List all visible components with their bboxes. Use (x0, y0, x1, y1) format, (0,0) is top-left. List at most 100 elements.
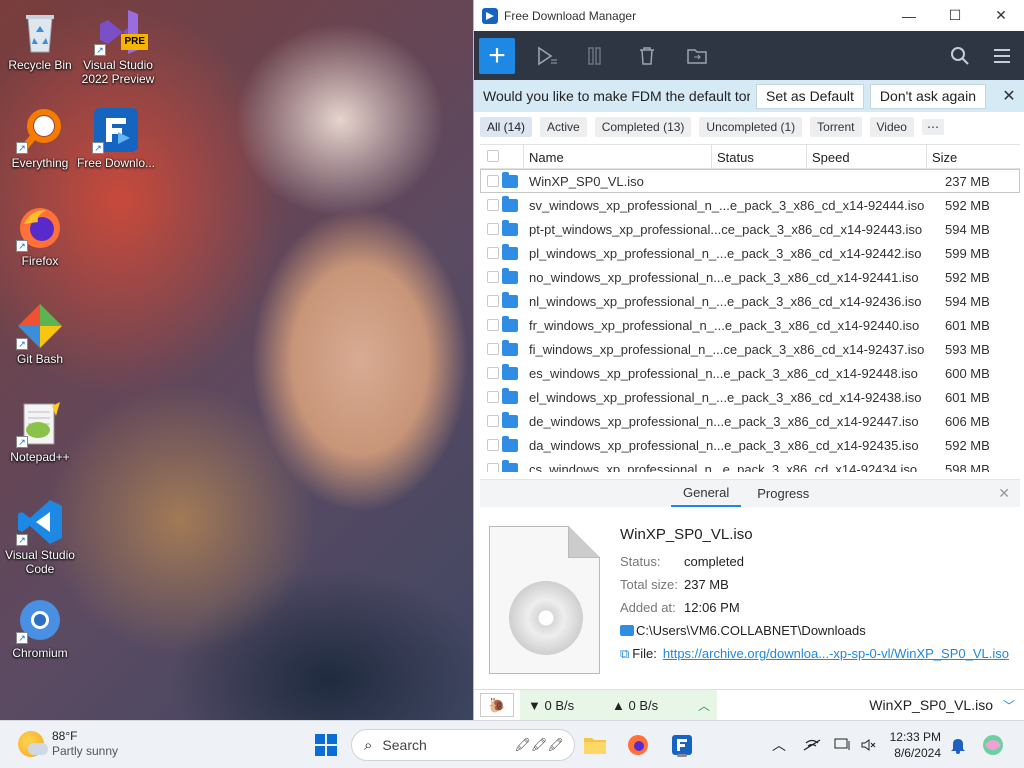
taskbar-file-explorer[interactable] (580, 730, 610, 760)
table-row[interactable]: pt-pt_windows_xp_professional...ce_pack_… (480, 217, 1020, 241)
show-hidden-icons-button[interactable]: ︿ (764, 730, 794, 760)
row-checkbox[interactable] (487, 319, 499, 331)
resume-button[interactable] (529, 38, 565, 74)
taskbar: 88°F Partly sunny ⌕ Search 🖍🖍🖍 ︿ 12:33 P… (0, 720, 1024, 768)
speed-indicator[interactable]: ▼ 0 B/s ▲ 0 B/s ︿ (520, 690, 717, 720)
details-file-name: WinXP_SP0_VL.iso (620, 526, 753, 543)
table-row[interactable]: de_windows_xp_professional_n...e_pack_3_… (480, 409, 1020, 433)
tab-general[interactable]: General (671, 480, 742, 507)
pause-button[interactable] (579, 38, 615, 74)
row-checkbox[interactable] (487, 391, 499, 403)
table-row[interactable]: cs_windows_xp_professional_n...e_pack_3_… (480, 457, 1020, 472)
download-folder-link[interactable]: C:\Users\VM6.COLLABNET\Downloads (620, 619, 1009, 642)
main-menu-button[interactable] (984, 38, 1020, 74)
row-checkbox[interactable] (487, 247, 499, 259)
add-download-button[interactable]: + (479, 37, 515, 74)
copilot-preview-icon[interactable] (978, 730, 1008, 760)
filter-more-button[interactable]: ⋯ (921, 119, 944, 135)
clock[interactable]: 12:33 PM 8/6/2024 (890, 729, 941, 761)
filter-uncompleted[interactable]: Uncompleted (1) (699, 117, 803, 137)
column-name[interactable]: Name (524, 145, 712, 168)
taskbar-search-box[interactable]: ⌕ Search 🖍🖍🖍 (351, 729, 575, 761)
desktop-icon-label: Firefox (21, 254, 59, 268)
row-checkbox[interactable] (487, 367, 499, 379)
dont-ask-again-button[interactable]: Don't ask again (869, 83, 986, 109)
chevron-up-icon[interactable]: ︿ (698, 697, 710, 714)
column-speed[interactable]: Speed (807, 145, 927, 168)
table-row[interactable]: es_windows_xp_professional_n...e_pack_3_… (480, 361, 1020, 385)
move-to-folder-button[interactable] (679, 38, 715, 74)
desktop-icon-chromium[interactable]: ↗ Chromium (0, 596, 80, 660)
current-file-label: WinXP_SP0_VL.iso (869, 697, 993, 713)
row-name: cs_windows_xp_professional_n...e_pack_3_… (529, 461, 918, 473)
row-name: de_windows_xp_professional_n...e_pack_3_… (529, 413, 919, 429)
select-all-checkbox[interactable] (487, 150, 499, 162)
tray-network-icon[interactable] (797, 730, 827, 760)
filter-torrent[interactable]: Torrent (810, 117, 862, 137)
table-row[interactable]: da_windows_xp_professional_n...e_pack_3_… (480, 433, 1020, 457)
download-path[interactable]: C:\Users\VM6.COLLABNET\Downloads (636, 623, 866, 638)
desktop-icon-everything[interactable]: ↗ Everything (0, 106, 80, 170)
weather-widget[interactable]: 88°F Partly sunny (18, 729, 118, 759)
speed-limit-snail-button[interactable]: 🐌 (480, 693, 514, 717)
close-button[interactable]: ✕ (978, 0, 1024, 31)
row-checkbox[interactable] (487, 415, 499, 427)
downloads-table: Name Status Speed Size WinXP_SP0_VL.iso 2… (480, 144, 1020, 472)
filter-active[interactable]: Active (540, 117, 587, 137)
row-size: 599 MB (945, 245, 990, 261)
row-checkbox[interactable] (487, 199, 499, 211)
desktop-icon-label: Notepad++ (10, 450, 70, 464)
desktop-icon-git-bash[interactable]: ↗ Git Bash (0, 302, 80, 366)
fdm-icon: ↗ (92, 106, 140, 154)
column-status[interactable]: Status (712, 145, 807, 168)
desktop-icon-recycle-bin[interactable]: Recycle Bin (0, 8, 80, 72)
minimize-button[interactable]: — (886, 0, 932, 31)
partly-sunny-icon (18, 731, 48, 757)
folder-icon (502, 363, 518, 380)
desktop-icon-free-download-manager[interactable]: ↗ Free Downlo... (76, 106, 156, 170)
table-row[interactable]: fi_windows_xp_professional_n_...ce_pack_… (480, 337, 1020, 361)
folder-icon (502, 435, 518, 452)
row-checkbox[interactable] (487, 175, 499, 187)
added-at-value: 12:06 PM (684, 600, 740, 615)
taskbar-firefox[interactable] (623, 730, 653, 760)
desktop-icon-visual-studio-preview[interactable]: PRE ↗ Visual Studio 2022 Preview (78, 8, 158, 86)
title-bar[interactable]: Free Download Manager — ☐ ✕ (474, 0, 1024, 31)
delete-button[interactable] (629, 38, 665, 74)
source-url-link[interactable]: https://archive.org/downloa...-xp-sp-0-v… (663, 646, 1009, 661)
tray-volume-muted-icon[interactable] (854, 730, 884, 760)
row-checkbox[interactable] (487, 223, 499, 235)
desktop-icon-vscode[interactable]: ↗ Visual Studio Code (0, 498, 80, 576)
filter-video[interactable]: Video (869, 117, 914, 137)
tab-progress[interactable]: Progress (745, 480, 821, 507)
filter-completed[interactable]: Completed (13) (594, 117, 692, 137)
notification-bell-icon[interactable] (943, 730, 973, 760)
desktop-icon-notepad-plus-plus[interactable]: ↗ Notepad++ (0, 400, 80, 464)
filter-all[interactable]: All (14) (480, 117, 533, 137)
table-row[interactable]: WinXP_SP0_VL.iso 237 MB (480, 169, 1020, 193)
table-row[interactable]: fr_windows_xp_professional_n_...e_pack_3… (480, 313, 1020, 337)
taskbar-fdm[interactable] (667, 730, 697, 760)
row-checkbox[interactable] (487, 439, 499, 451)
row-size: 594 MB (945, 221, 990, 237)
start-button[interactable] (311, 730, 341, 760)
row-checkbox[interactable] (487, 271, 499, 283)
table-row[interactable]: no_windows_xp_professional_n...e_pack_3_… (480, 265, 1020, 289)
select-all-cell[interactable] (480, 145, 524, 168)
folder-icon (502, 411, 518, 428)
row-checkbox[interactable] (487, 343, 499, 355)
search-button[interactable] (942, 38, 978, 74)
banner-close-icon[interactable]: ✕ (994, 86, 1024, 106)
desktop-icon-firefox[interactable]: ↗ Firefox (0, 204, 80, 268)
set-as-default-button[interactable]: Set as Default (755, 83, 864, 109)
table-row[interactable]: sv_windows_xp_professional_n_...e_pack_3… (480, 193, 1020, 217)
table-row[interactable]: nl_windows_xp_professional_n_...e_pack_3… (480, 289, 1020, 313)
table-row[interactable]: pl_windows_xp_professional_n_...e_pack_3… (480, 241, 1020, 265)
row-checkbox[interactable] (487, 463, 499, 472)
row-checkbox[interactable] (487, 295, 499, 307)
chevron-down-icon[interactable]: ﹀ (1003, 697, 1015, 714)
column-size[interactable]: Size (927, 145, 1020, 168)
details-close-icon[interactable]: ✕ (998, 485, 1010, 502)
table-row[interactable]: el_windows_xp_professional_n_...e_pack_3… (480, 385, 1020, 409)
maximize-button[interactable]: ☐ (932, 0, 978, 31)
